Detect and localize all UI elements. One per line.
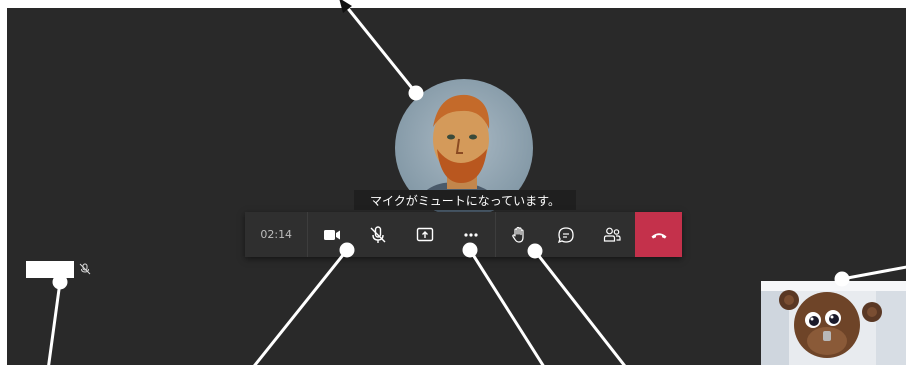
hang-up-button[interactable] <box>635 212 683 257</box>
self-view-thumbnail <box>761 281 906 365</box>
more-options-button[interactable] <box>448 212 495 257</box>
video-camera-icon <box>323 229 340 240</box>
share-screen-icon <box>416 227 434 241</box>
self-mic-muted-icon <box>79 263 91 275</box>
participants-button[interactable] <box>589 212 636 257</box>
share-screen-button[interactable] <box>402 212 449 257</box>
mic-button[interactable] <box>355 212 402 257</box>
call-timer: 02:14 <box>245 212 309 257</box>
self-video-image <box>761 281 906 365</box>
more-options-icon <box>464 232 479 237</box>
mic-muted-icon <box>370 225 386 243</box>
raise-hand-icon <box>512 226 524 243</box>
self-name-tag <box>26 261 74 278</box>
raise-hand-button[interactable] <box>496 212 543 257</box>
camera-button[interactable] <box>308 212 355 257</box>
chat-icon <box>557 226 574 243</box>
chat-button[interactable] <box>542 212 589 257</box>
mic-muted-toast: マイクがミュートになっています。 <box>354 190 576 210</box>
call-toolbar: 02:14 <box>245 212 683 257</box>
participants-icon <box>604 227 621 242</box>
hang-up-icon <box>651 232 667 238</box>
toast-text: マイクがミュートになっています。 <box>370 193 560 208</box>
